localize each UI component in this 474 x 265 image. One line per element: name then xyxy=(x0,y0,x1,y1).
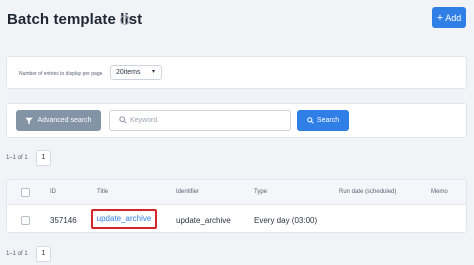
column-header-identifier: Identifier xyxy=(176,189,200,195)
plus-icon: + xyxy=(436,11,444,24)
filter-icon xyxy=(25,117,34,124)
row-title-link[interactable]: update_archive xyxy=(91,209,157,229)
page-button-1[interactable]: 1 xyxy=(36,150,51,166)
entries-per-page-value: 20items xyxy=(116,69,141,76)
column-header-type: Type xyxy=(254,189,268,195)
column-header-run-date: Run date (scheduled) xyxy=(339,189,397,195)
entries-per-page-select[interactable]: 20items ▾ xyxy=(110,65,162,80)
column-header-memo: Memo xyxy=(431,189,448,195)
column-header-id: ID xyxy=(50,189,56,195)
result-count: 1–1 of 1 xyxy=(6,251,28,257)
page-header: Batch template list ? + Add xyxy=(0,0,474,40)
row-id: 357146 xyxy=(50,216,77,225)
add-button[interactable]: + Add xyxy=(432,7,466,28)
select-all-checkbox[interactable] xyxy=(21,188,30,197)
advanced-search-button[interactable]: Advanced search xyxy=(16,110,101,131)
search-button[interactable]: Search xyxy=(297,110,349,131)
add-button-label: Add xyxy=(445,12,462,23)
row-checkbox[interactable] xyxy=(21,216,30,225)
search-button-label: Search xyxy=(316,117,340,124)
search-panel: Advanced search Search xyxy=(6,103,467,138)
table-header: ID Title Identifier Type Run date (sched… xyxy=(7,180,466,205)
result-count: 1–1 of 1 xyxy=(6,155,28,161)
entries-per-page-label: Number of entries to display per page xyxy=(19,71,103,77)
row-identifier: update_archive xyxy=(176,216,231,225)
batch-template-table: ID Title Identifier Type Run date (sched… xyxy=(6,179,467,233)
keyword-field[interactable] xyxy=(109,110,291,131)
table-row: 357146 update_archive update_archive Eve… xyxy=(7,206,466,232)
help-icon[interactable]: ? xyxy=(120,15,130,25)
row-type: Every day (03:00) xyxy=(254,216,318,225)
search-icon xyxy=(119,116,127,124)
search-icon xyxy=(307,117,314,124)
column-header-title: Title xyxy=(97,189,109,195)
keyword-input[interactable] xyxy=(130,114,285,127)
chevron-down-icon: ▾ xyxy=(151,69,155,75)
page-button-1[interactable]: 1 xyxy=(36,246,51,262)
advanced-search-label: Advanced search xyxy=(37,117,92,124)
entries-per-page-panel: Number of entries to display per page 20… xyxy=(6,56,467,89)
